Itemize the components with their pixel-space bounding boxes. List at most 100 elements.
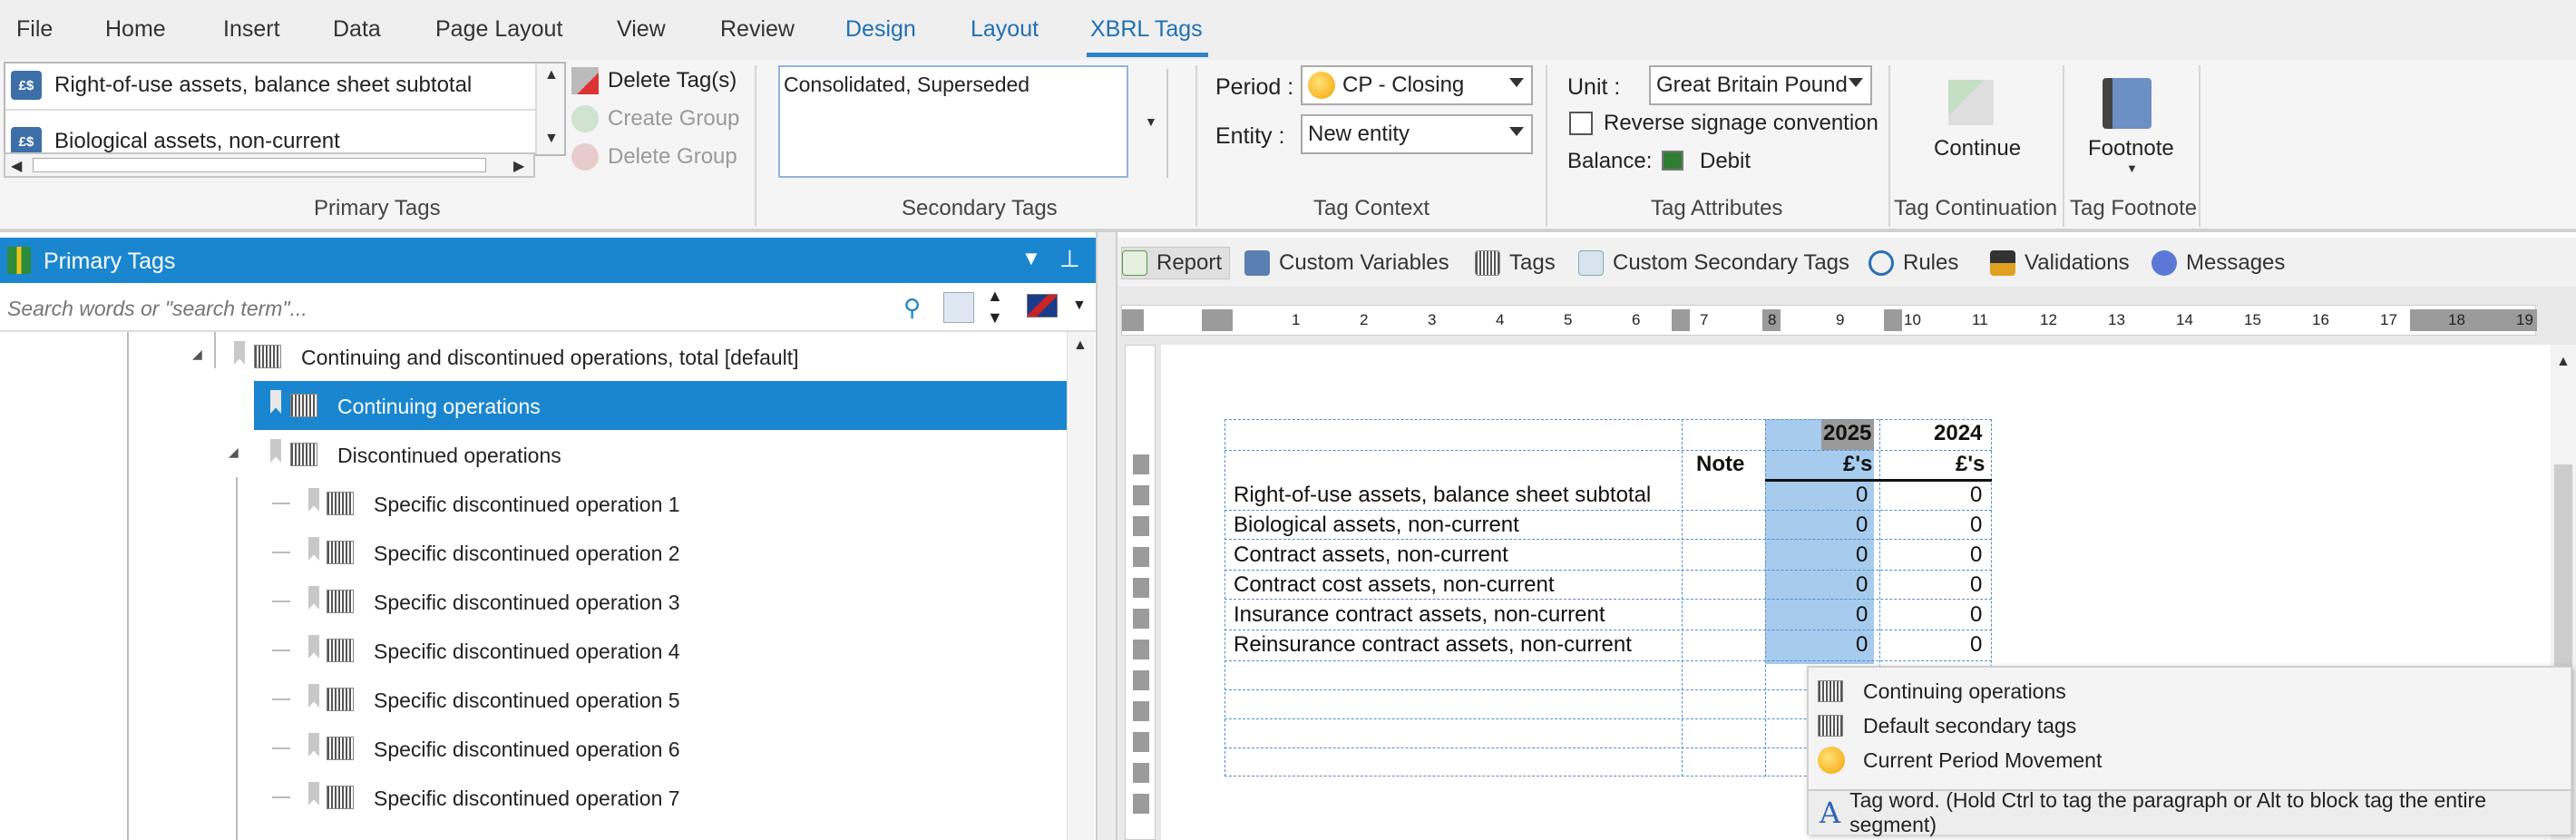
move-down-icon[interactable]: ▼ bbox=[987, 308, 1003, 327]
continue-button[interactable]: Continue bbox=[1934, 136, 2021, 161]
scroll-down-icon[interactable]: ▼ bbox=[544, 131, 559, 147]
search-icon[interactable]: ⚲ bbox=[903, 294, 921, 322]
tree-item-label: Specific discontinued operation 4 bbox=[374, 640, 680, 663]
move-up-icon[interactable]: ▲ bbox=[987, 287, 1003, 306]
footnote-dropdown-icon[interactable]: ▼ bbox=[2126, 161, 2138, 175]
row-value-2024[interactable]: 0 bbox=[1970, 572, 1982, 598]
delete-tags-button[interactable]: Delete Tag(s) bbox=[571, 67, 737, 94]
tab-report[interactable]: Report bbox=[1121, 247, 1231, 279]
calculator-icon[interactable] bbox=[943, 292, 974, 323]
menu-tab-file[interactable]: File bbox=[16, 16, 53, 43]
row-value-2024[interactable]: 0 bbox=[1970, 602, 1982, 628]
row-value-2024[interactable]: 0 bbox=[1970, 632, 1982, 658]
tree-item[interactable]: Specific discontinued operation 3 bbox=[0, 577, 1070, 626]
secondary-tags-input[interactable]: Consolidated, Superseded bbox=[778, 65, 1128, 178]
tree-item-selected[interactable]: Continuing operations bbox=[254, 381, 1070, 430]
group-title-tag-context: Tag Context bbox=[1313, 196, 1430, 220]
tree-item[interactable]: Specific discontinued operation 5 bbox=[0, 675, 1070, 724]
primary-tags-scrollbar[interactable]: ▲ ▼ bbox=[535, 63, 564, 154]
search-input[interactable] bbox=[0, 287, 934, 330]
row-value-2025[interactable]: 0 bbox=[1856, 632, 1868, 658]
popup-item[interactable]: Default secondary tags bbox=[1818, 709, 2076, 742]
language-dropdown-icon[interactable]: ▼ bbox=[1072, 298, 1087, 314]
row-value-2024[interactable]: 0 bbox=[1970, 483, 1982, 508]
uk-flag-icon[interactable] bbox=[1027, 294, 1058, 317]
menu-tab-home[interactable]: Home bbox=[105, 16, 166, 43]
reverse-signage-toggle[interactable]: Reverse signage convention bbox=[1569, 111, 1878, 136]
row-value-2025[interactable]: 0 bbox=[1856, 513, 1868, 538]
group-title-tag-continuation: Tag Continuation bbox=[1894, 196, 2058, 220]
pin-icon[interactable]: ⊥ bbox=[1059, 245, 1080, 273]
primary-tags-list[interactable]: £$ Right-of-use assets, balance sheet su… bbox=[4, 62, 566, 156]
scroll-up-icon[interactable]: ▲ bbox=[1073, 337, 1088, 354]
menu-tab-data[interactable]: Data bbox=[333, 16, 381, 43]
menu-tab-xbrl-tags[interactable]: XBRL Tags bbox=[1087, 16, 1208, 57]
entity-select[interactable]: New entity bbox=[1301, 114, 1533, 154]
row-label[interactable]: Reinsurance contract assets, non-current bbox=[1234, 632, 1632, 658]
bookmark-icon bbox=[308, 782, 319, 806]
create-group-button[interactable]: Create Group bbox=[571, 105, 739, 132]
tree-item[interactable]: Specific discontinued operation 2 bbox=[0, 528, 1070, 577]
barcode-icon bbox=[327, 737, 354, 760]
menu-tab-layout[interactable]: Layout bbox=[971, 16, 1039, 43]
unit-header-2025: £'s bbox=[1843, 452, 1873, 476]
row-value-2024[interactable]: 0 bbox=[1970, 542, 1982, 568]
row-value-2025[interactable]: 0 bbox=[1856, 572, 1868, 598]
scroll-left-icon[interactable]: ◀ bbox=[11, 157, 22, 175]
tree-item[interactable]: Specific discontinued operation 7 bbox=[0, 773, 1070, 822]
menu-tab-insert[interactable]: Insert bbox=[223, 16, 280, 43]
tab-rules[interactable]: Rules bbox=[1869, 247, 1958, 279]
unit-value: Great Britain Pound bbox=[1656, 73, 1848, 97]
popup-item-label: Default secondary tags bbox=[1863, 713, 2077, 737]
scroll-thumb[interactable] bbox=[33, 158, 486, 172]
tab-tags[interactable]: Tags bbox=[1475, 247, 1556, 279]
tab-messages[interactable]: Messages bbox=[2152, 247, 2285, 279]
tree-item[interactable]: ◢ Discontinued operations bbox=[0, 430, 1070, 479]
row-value-2024[interactable]: 0 bbox=[1970, 513, 1982, 538]
year-header-2024: 2024 bbox=[1934, 421, 1983, 445]
menu-bar: File Home Insert Data Page Layout View R… bbox=[0, 0, 2576, 60]
collapse-icon[interactable]: ◢ bbox=[229, 444, 239, 460]
tab-tags-label: Tags bbox=[1509, 250, 1556, 275]
row-value-2025[interactable]: 0 bbox=[1856, 483, 1868, 508]
secondary-dropdown-icon[interactable]: ▼ bbox=[1145, 114, 1157, 129]
reverse-signage-checkbox[interactable] bbox=[1569, 112, 1593, 135]
tree-item[interactable]: Specific discontinued operation 4 bbox=[0, 626, 1070, 675]
delete-group-button[interactable]: Delete Group bbox=[571, 143, 737, 171]
tree-item[interactable]: ◢ Continuing and discontinued operations… bbox=[0, 332, 1070, 381]
primary-tag-item[interactable]: £$ Right-of-use assets, balance sheet su… bbox=[11, 65, 472, 105]
tree-item[interactable]: Specific discontinued operation 6 bbox=[0, 724, 1070, 773]
scroll-up-icon[interactable]: ▲ bbox=[544, 67, 559, 83]
popup-item[interactable]: Current Period Movement bbox=[1818, 744, 2102, 777]
row-label[interactable]: Insurance contract assets, non-current bbox=[1234, 602, 1605, 628]
row-label[interactable]: Contract assets, non-current bbox=[1234, 542, 1508, 568]
collapse-icon[interactable]: ◢ bbox=[192, 347, 202, 362]
tab-validations[interactable]: Validations bbox=[1990, 247, 2130, 279]
tab-custom-secondary-tags[interactable]: Custom Secondary Tags bbox=[1578, 247, 1849, 279]
unit-select[interactable]: Great Britain Pound bbox=[1649, 65, 1872, 105]
primary-tag-item[interactable]: £$ Biological assets, non-current bbox=[11, 122, 340, 154]
tree-item[interactable]: Specific discontinued operation 1 bbox=[0, 479, 1070, 528]
pane-menu-dropdown-icon[interactable]: ▼ bbox=[1021, 247, 1041, 270]
barcode-icon bbox=[327, 541, 354, 564]
footnote-button[interactable]: Footnote bbox=[2088, 136, 2174, 161]
tab-custom-variables[interactable]: Custom Variables bbox=[1244, 247, 1449, 279]
row-label[interactable]: Biological assets, non-current bbox=[1234, 513, 1519, 538]
menu-tab-page-layout[interactable]: Page Layout bbox=[435, 16, 562, 43]
primary-tags-hscrollbar[interactable]: ◀ ▶ bbox=[4, 152, 535, 178]
period-select[interactable]: CP - Closing bbox=[1301, 65, 1533, 105]
tree-scrollbar[interactable]: ▲ bbox=[1067, 332, 1094, 840]
menu-tab-review[interactable]: Review bbox=[720, 16, 795, 43]
row-label[interactable]: Contract cost assets, non-current bbox=[1234, 572, 1554, 598]
row-value-2025[interactable]: 0 bbox=[1856, 542, 1868, 568]
pane-splitter[interactable] bbox=[1096, 232, 1117, 840]
row-value-2025[interactable]: 0 bbox=[1856, 602, 1868, 628]
popup-item[interactable]: Continuing operations bbox=[1818, 675, 2066, 708]
scroll-up-icon[interactable]: ▲ bbox=[2556, 354, 2571, 370]
menu-tab-view[interactable]: View bbox=[617, 16, 666, 43]
ruler-number: 18 bbox=[2448, 311, 2465, 328]
scroll-right-icon[interactable]: ▶ bbox=[513, 157, 524, 175]
row-label[interactable]: Right-of-use assets, balance sheet subto… bbox=[1234, 483, 1651, 508]
menu-tab-design[interactable]: Design bbox=[845, 16, 916, 43]
barcode-icon bbox=[327, 590, 354, 613]
